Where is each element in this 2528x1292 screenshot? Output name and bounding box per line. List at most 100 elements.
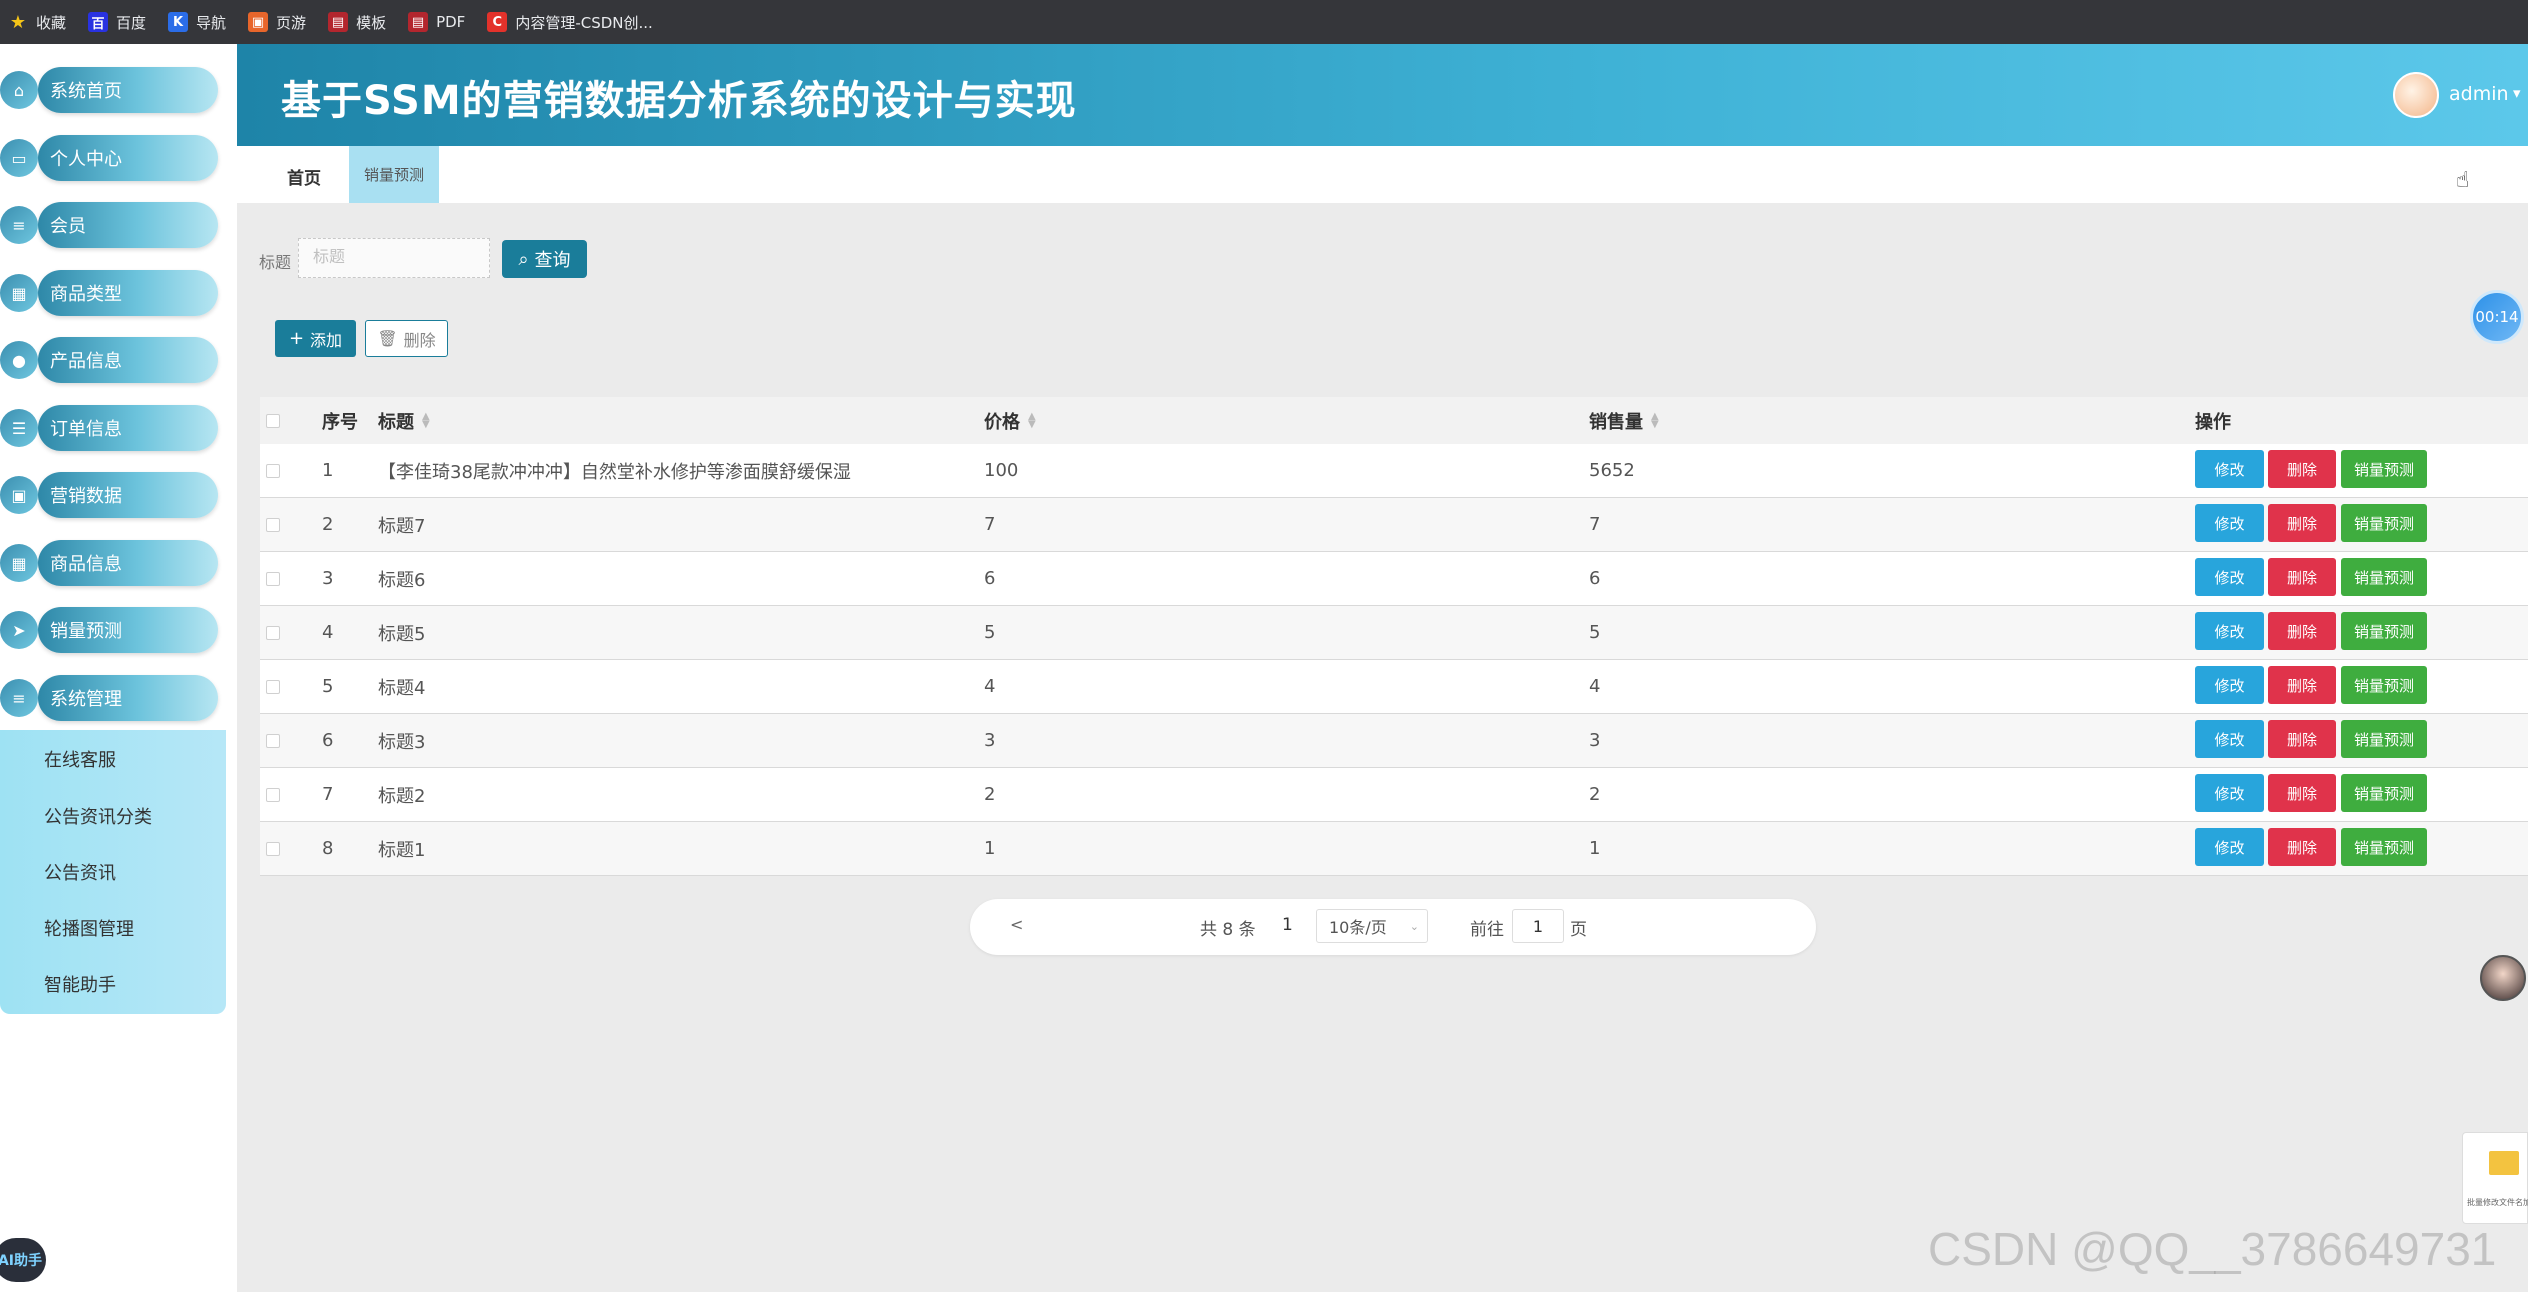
delete-button[interactable]: 删除 bbox=[2268, 504, 2336, 542]
row-index: 5 bbox=[322, 676, 334, 697]
predict-button[interactable]: 销量预测 bbox=[2341, 504, 2427, 542]
row-checkbox[interactable] bbox=[266, 552, 280, 605]
sidebar-item-marketing[interactable]: ▣ 营销数据 bbox=[0, 472, 220, 518]
home-icon: ⌂ bbox=[0, 71, 38, 109]
table-body: 1 【李佳琦38尾款冲冲冲】自然堂补水修护等渗面膜舒缓保湿 100 5652 修改 删除销… bbox=[260, 444, 2528, 876]
prev-page-button[interactable]: < bbox=[1010, 915, 1023, 934]
bookmark-favorites[interactable]: ★ 收藏 bbox=[8, 12, 66, 33]
bookmark-csdn[interactable]: C 内容管理-CSDN创... bbox=[487, 12, 653, 33]
submenu-item-carousel[interactable]: 轮播图管理 bbox=[44, 915, 134, 941]
row-checkbox[interactable] bbox=[266, 714, 280, 767]
search-button[interactable]: ⌕ 查询 bbox=[502, 240, 587, 278]
page-size-select[interactable]: 10条/页 ⌄ bbox=[1316, 909, 1428, 943]
table-row: 8 标题1 1 1 修改 删除 销量预测 bbox=[260, 822, 2528, 876]
predict-button[interactable]: 销量预测 bbox=[2341, 450, 2427, 488]
predict-button[interactable]: 销量预测 bbox=[2341, 828, 2427, 866]
sidebar-item-product-type[interactable]: ▦ 商品类型 bbox=[0, 270, 220, 316]
user-name[interactable]: admin bbox=[2449, 83, 2509, 105]
bookmark-nav[interactable]: K 导航 bbox=[168, 12, 226, 33]
delete-button[interactable]: 删除 bbox=[2268, 666, 2336, 704]
sidebar-item-system[interactable]: ≡ 系统管理 bbox=[0, 675, 220, 721]
goto-page-input[interactable]: 1 bbox=[1512, 909, 1564, 943]
delete-button[interactable]: 删除 bbox=[2268, 450, 2336, 488]
row-checkbox[interactable] bbox=[266, 444, 280, 497]
bulk-delete-button[interactable]: 🗑 删除 bbox=[365, 320, 448, 357]
sidebar-item-profile[interactable]: ▭ 个人中心 bbox=[0, 135, 220, 181]
row-index: 7 bbox=[322, 784, 334, 805]
ai-assistant-badge[interactable]: AI助手 bbox=[0, 1238, 46, 1282]
sidebar-item-orders[interactable]: ☰ 订单信息 bbox=[0, 405, 220, 451]
header-sales[interactable]: 销售量 ▲ ▼ bbox=[1589, 397, 1659, 444]
row-index: 6 bbox=[322, 730, 334, 751]
sliders-icon: ☰ bbox=[0, 409, 38, 447]
sort-icon[interactable]: ▲ ▼ bbox=[1028, 411, 1036, 429]
row-checkbox[interactable] bbox=[266, 768, 280, 821]
header-title[interactable]: 标题 ▲ ▼ bbox=[378, 397, 430, 444]
bookmarks-bar: ★ 收藏 百百度 K 导航 ▣ 页游 ▤ 模板 ▤ PDF C 内容管理-CSDN创... bbox=[0, 0, 2528, 44]
bookmark-pdf[interactable]: ▤ PDF bbox=[408, 12, 465, 32]
sidebar-item-product-info[interactable]: ● 产品信息 bbox=[0, 337, 220, 383]
tab-home[interactable]: 首页 bbox=[287, 164, 321, 189]
edit-button[interactable]: 修改 bbox=[2195, 450, 2264, 488]
edit-button[interactable]: 修改 bbox=[2195, 774, 2264, 812]
chevron-down-icon: ⌄ bbox=[1409, 919, 1419, 933]
add-button[interactable]: + 添加 bbox=[275, 320, 356, 357]
sidebar-item-sales-forecast[interactable]: ➤ 销量预测 bbox=[0, 607, 220, 653]
row-title: 标题6 bbox=[378, 569, 426, 591]
tab-sales-forecast[interactable]: 销量预测 bbox=[349, 146, 439, 203]
floating-assistant-avatar[interactable] bbox=[2480, 955, 2526, 1001]
table-row: 3 标题6 6 6 修改 删除 销量预测 bbox=[260, 552, 2528, 606]
row-sales: 5 bbox=[1589, 622, 1601, 643]
tab-bar: 首页 销量预测 bbox=[237, 146, 2528, 203]
bookmark-game[interactable]: ▣ 页游 bbox=[248, 12, 306, 33]
bookmark-baidu[interactable]: 百百度 bbox=[88, 12, 146, 33]
delete-button[interactable]: 删除 bbox=[2268, 774, 2336, 812]
plus-icon: + bbox=[288, 328, 305, 349]
timer-badge[interactable]: 00:14 bbox=[2470, 290, 2524, 344]
pdf-icon: ▤ bbox=[408, 12, 429, 32]
delete-button[interactable]: 删除 bbox=[2268, 828, 2336, 866]
chevron-down-icon[interactable]: ▾ bbox=[2513, 84, 2521, 102]
submenu-item-news[interactable]: 公告资讯 bbox=[44, 859, 116, 885]
delete-button[interactable]: 删除 bbox=[2268, 558, 2336, 596]
submenu-item-news-category[interactable]: 公告资讯分类 bbox=[44, 803, 152, 829]
predict-button[interactable]: 销量预测 bbox=[2341, 612, 2427, 650]
row-checkbox[interactable] bbox=[266, 822, 280, 875]
row-checkbox[interactable] bbox=[266, 660, 280, 713]
sidebar-item-goods-info[interactable]: ▦ 商品信息 bbox=[0, 540, 220, 586]
submenu-item-support[interactable]: 在线客服 bbox=[44, 746, 116, 772]
edit-button[interactable]: 修改 bbox=[2195, 828, 2264, 866]
sort-icon[interactable]: ▲ ▼ bbox=[1651, 411, 1659, 429]
delete-button[interactable]: 删除 bbox=[2268, 612, 2336, 650]
row-sales: 6 bbox=[1589, 568, 1601, 589]
bookmark-template[interactable]: ▤ 模板 bbox=[328, 12, 386, 33]
predict-button[interactable]: 销量预测 bbox=[2341, 666, 2427, 704]
table-row: 4 标题5 5 5 修改 删除 销量预测 bbox=[260, 606, 2528, 660]
predict-button[interactable]: 销量预测 bbox=[2341, 720, 2427, 758]
row-checkbox[interactable] bbox=[266, 606, 280, 659]
search-input[interactable] bbox=[298, 238, 490, 278]
edit-button[interactable]: 修改 bbox=[2195, 558, 2264, 596]
edit-button[interactable]: 修改 bbox=[2195, 666, 2264, 704]
submenu-item-assistant[interactable]: 智能助手 bbox=[44, 971, 116, 997]
current-page[interactable]: 1 bbox=[1282, 915, 1293, 935]
row-checkbox[interactable] bbox=[266, 498, 280, 551]
table-row: 7 标题2 2 2 修改 删除 销量预测 bbox=[260, 768, 2528, 822]
sort-icon[interactable]: ▲ ▼ bbox=[422, 411, 430, 429]
select-all-checkbox[interactable] bbox=[266, 397, 280, 444]
side-widget[interactable]: 批量修改文件名加后缀 bbox=[2462, 1132, 2528, 1224]
predict-button[interactable]: 销量预测 bbox=[2341, 558, 2427, 596]
game-icon: ▣ bbox=[248, 12, 269, 32]
list-icon: ≡ bbox=[0, 679, 38, 717]
row-index: 8 bbox=[322, 838, 334, 859]
delete-button[interactable]: 删除 bbox=[2268, 720, 2336, 758]
edit-button[interactable]: 修改 bbox=[2195, 720, 2264, 758]
predict-button[interactable]: 销量预测 bbox=[2341, 774, 2427, 812]
edit-button[interactable]: 修改 bbox=[2195, 612, 2264, 650]
edit-button[interactable]: 修改 bbox=[2195, 504, 2264, 542]
sidebar-item-members[interactable]: ≡ 会员 bbox=[0, 202, 220, 248]
avatar[interactable] bbox=[2393, 72, 2439, 118]
sidebar-item-home[interactable]: ⌂ 系统首页 bbox=[0, 67, 220, 113]
total-count: 共 8 条 bbox=[1200, 920, 1256, 940]
header-price[interactable]: 价格 ▲ ▼ bbox=[984, 397, 1036, 444]
